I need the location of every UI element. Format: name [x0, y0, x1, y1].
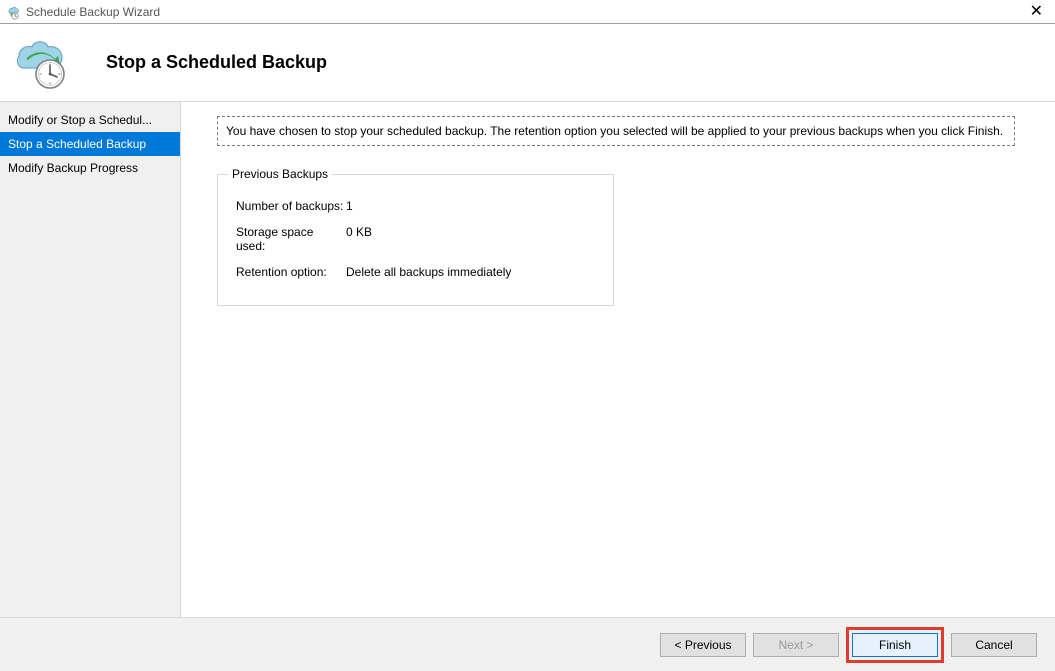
finish-button[interactable]: Finish	[852, 633, 938, 657]
storage-space-used-label: Storage space used:	[236, 225, 346, 253]
retention-option-value: Delete all backups immediately	[346, 265, 511, 279]
info-message: You have chosen to stop your scheduled b…	[217, 116, 1015, 146]
row-storage-space-used: Storage space used: 0 KB	[236, 225, 595, 253]
wizard-body: Modify or Stop a Schedul... Stop a Sched…	[0, 102, 1055, 617]
wizard-step-stop-scheduled-backup[interactable]: Stop a Scheduled Backup	[0, 132, 180, 156]
cancel-button[interactable]: Cancel	[951, 633, 1037, 657]
previous-backups-legend: Previous Backups	[228, 167, 332, 181]
wizard-header-icon	[8, 36, 74, 90]
wizard-content: You have chosen to stop your scheduled b…	[181, 102, 1055, 617]
window-title: Schedule Backup Wizard	[26, 5, 1024, 19]
app-icon	[5, 4, 21, 20]
wizard-step-modify-backup-progress[interactable]: Modify Backup Progress	[0, 156, 180, 180]
page-heading: Stop a Scheduled Backup	[106, 52, 327, 73]
retention-option-label: Retention option:	[236, 265, 346, 279]
wizard-steps-sidebar: Modify or Stop a Schedul... Stop a Sched…	[0, 102, 181, 617]
wizard-header: Stop a Scheduled Backup	[0, 24, 1055, 102]
titlebar: Schedule Backup Wizard ✕	[0, 0, 1055, 24]
wizard-footer: < Previous Next > Finish Cancel	[0, 617, 1055, 671]
previous-button[interactable]: < Previous	[660, 633, 746, 657]
finish-button-highlight: Finish	[846, 627, 944, 663]
storage-space-used-value: 0 KB	[346, 225, 372, 253]
close-button[interactable]: ✕	[1024, 4, 1049, 20]
number-of-backups-label: Number of backups:	[236, 199, 346, 213]
previous-backups-group: Previous Backups Number of backups: 1 St…	[217, 174, 614, 306]
number-of-backups-value: 1	[346, 199, 353, 213]
row-number-of-backups: Number of backups: 1	[236, 199, 595, 213]
wizard-step-modify-or-stop[interactable]: Modify or Stop a Schedul...	[0, 108, 180, 132]
row-retention-option: Retention option: Delete all backups imm…	[236, 265, 595, 279]
next-button: Next >	[753, 633, 839, 657]
